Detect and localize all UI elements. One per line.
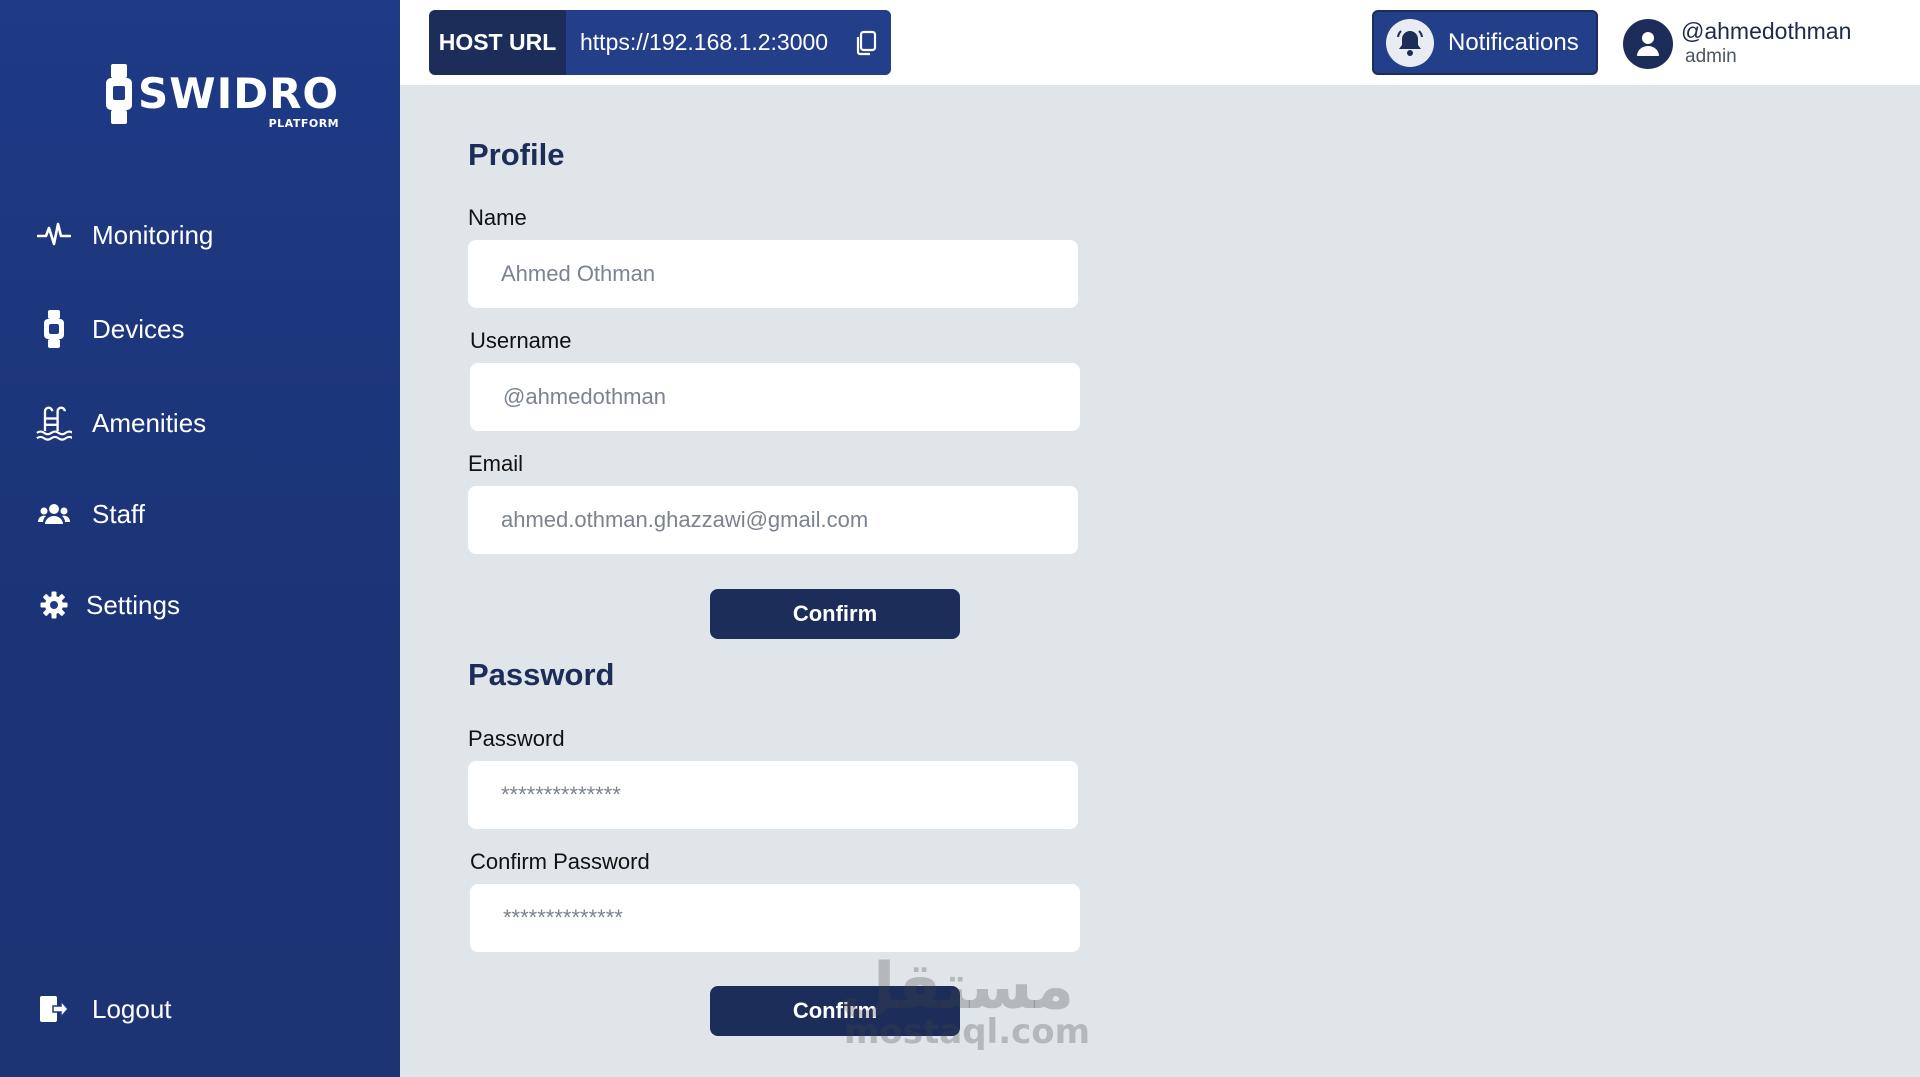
pool-icon (36, 405, 72, 441)
host-url-label: HOST URL (438, 29, 557, 55)
sidebar-item-devices[interactable]: Devices (36, 307, 184, 351)
sidebar-item-staff[interactable]: Staff (36, 492, 145, 536)
sidebar: SWIDRO PLATFORM Monitoring Devices Ameni… (0, 0, 400, 1077)
name-field[interactable] (468, 240, 1078, 308)
sidebar-item-label: Monitoring (92, 219, 214, 250)
email-label: Email (468, 451, 524, 476)
sidebar-item-label: Amenities (92, 407, 207, 438)
password-label: Password (468, 726, 565, 751)
sidebar-item-settings[interactable]: Settings (36, 583, 180, 627)
sidebar-item-label: Devices (92, 313, 185, 344)
host-url-value-container: https://192.168.1.2:3000 (566, 10, 891, 75)
password-field[interactable] (468, 761, 1078, 829)
top-bar: HOST URL https://192.168.1.2:3000 Notifi… (400, 0, 1920, 85)
name-label: Name (468, 205, 527, 230)
brand-logo: SWIDRO PLATFORM (104, 64, 340, 130)
heartbeat-icon (36, 217, 72, 253)
username-field[interactable] (470, 363, 1080, 431)
sidebar-item-amenities[interactable]: Amenities (36, 401, 206, 445)
notifications-button[interactable]: Notifications (1372, 10, 1598, 75)
watch-logo-icon (106, 64, 132, 124)
host-url-value: https://192.168.1.2:3000 (580, 29, 829, 55)
sidebar-item-label: Staff (92, 498, 146, 529)
watch-icon (36, 310, 72, 348)
bell-icon (1386, 18, 1434, 67)
confirm-password-field[interactable] (470, 884, 1080, 952)
sidebar-item-label: Settings (86, 589, 180, 620)
profile-title: Profile (468, 137, 565, 172)
brand-name: SWIDRO (138, 69, 340, 118)
brand-subtitle: PLATFORM (268, 117, 340, 130)
avatar (1623, 19, 1673, 69)
email-field[interactable] (468, 486, 1078, 554)
sidebar-item-monitoring[interactable]: Monitoring (36, 213, 213, 257)
confirm-password-label: Confirm Password (470, 849, 650, 874)
user-role: admin (1685, 46, 1737, 67)
password-title: Password (468, 657, 615, 692)
logout-button[interactable]: Logout (36, 987, 172, 1031)
user-menu[interactable]: @ahmedothman admin (1623, 18, 1851, 70)
logout-icon (36, 991, 72, 1027)
password-confirm-button[interactable]: Confirm (710, 986, 960, 1036)
gear-icon (36, 587, 72, 623)
logout-label: Logout (92, 993, 172, 1024)
users-icon (36, 496, 72, 532)
copy-icon[interactable] (854, 30, 878, 56)
profile-confirm-button[interactable]: Confirm (710, 589, 960, 639)
username-label: Username (470, 328, 572, 353)
user-icon (1637, 32, 1659, 56)
notifications-label: Notifications (1448, 28, 1579, 56)
user-name: @ahmedothman (1681, 18, 1852, 44)
host-url-box: HOST URL https://192.168.1.2:3000 (429, 10, 891, 75)
